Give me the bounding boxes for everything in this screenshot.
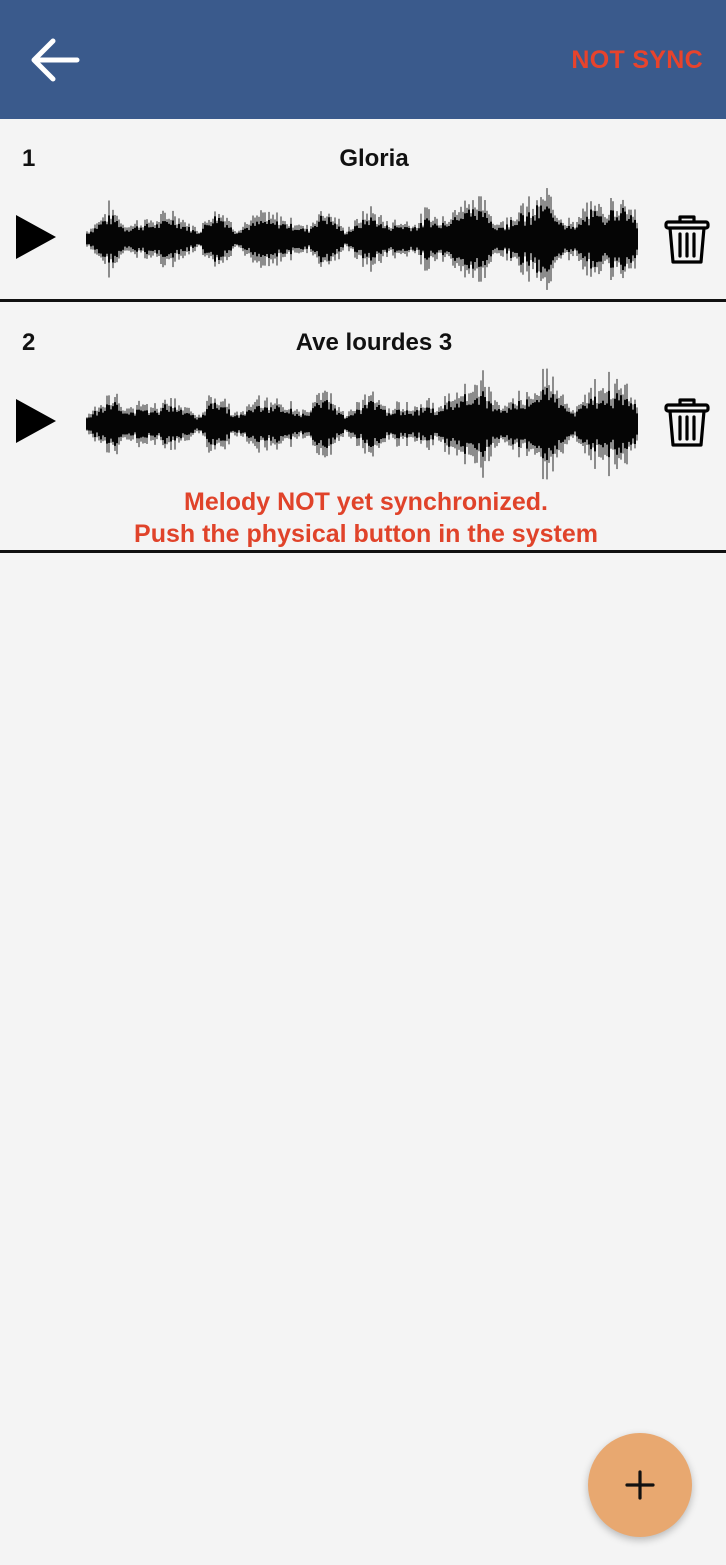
app-bar: NOT SYNC — [0, 0, 726, 119]
sync-warning: Melody NOT yet synchronized. Push the ph… — [0, 486, 726, 550]
arrow-left-icon — [31, 38, 80, 82]
trash-icon — [664, 398, 710, 447]
melody-title: Ave lourdes 3 — [295, 329, 453, 356]
sync-warning-line-1: Melody NOT yet synchronized. — [184, 488, 548, 516]
sync-status-label[interactable]: NOT SYNC — [571, 46, 703, 75]
play-button[interactable] — [14, 397, 58, 445]
row-divider — [0, 550, 726, 553]
back-button[interactable] — [24, 32, 84, 88]
melody-title: Gloria — [339, 145, 409, 172]
delete-button[interactable] — [664, 398, 710, 448]
waveform — [86, 368, 638, 480]
delete-button[interactable] — [664, 215, 710, 265]
melody-row-2: 2 Ave lourdes 3 Melody NOT yet synchroni… — [0, 302, 726, 552]
sync-warning-line-2: Push the physical button in the system — [134, 520, 598, 548]
plus-icon — [625, 1470, 655, 1500]
waveform — [86, 188, 638, 290]
add-melody-button[interactable] — [588, 1433, 692, 1537]
play-button[interactable] — [14, 213, 58, 261]
trash-icon — [664, 215, 710, 264]
melody-row-1: 1 Gloria — [0, 119, 726, 302]
